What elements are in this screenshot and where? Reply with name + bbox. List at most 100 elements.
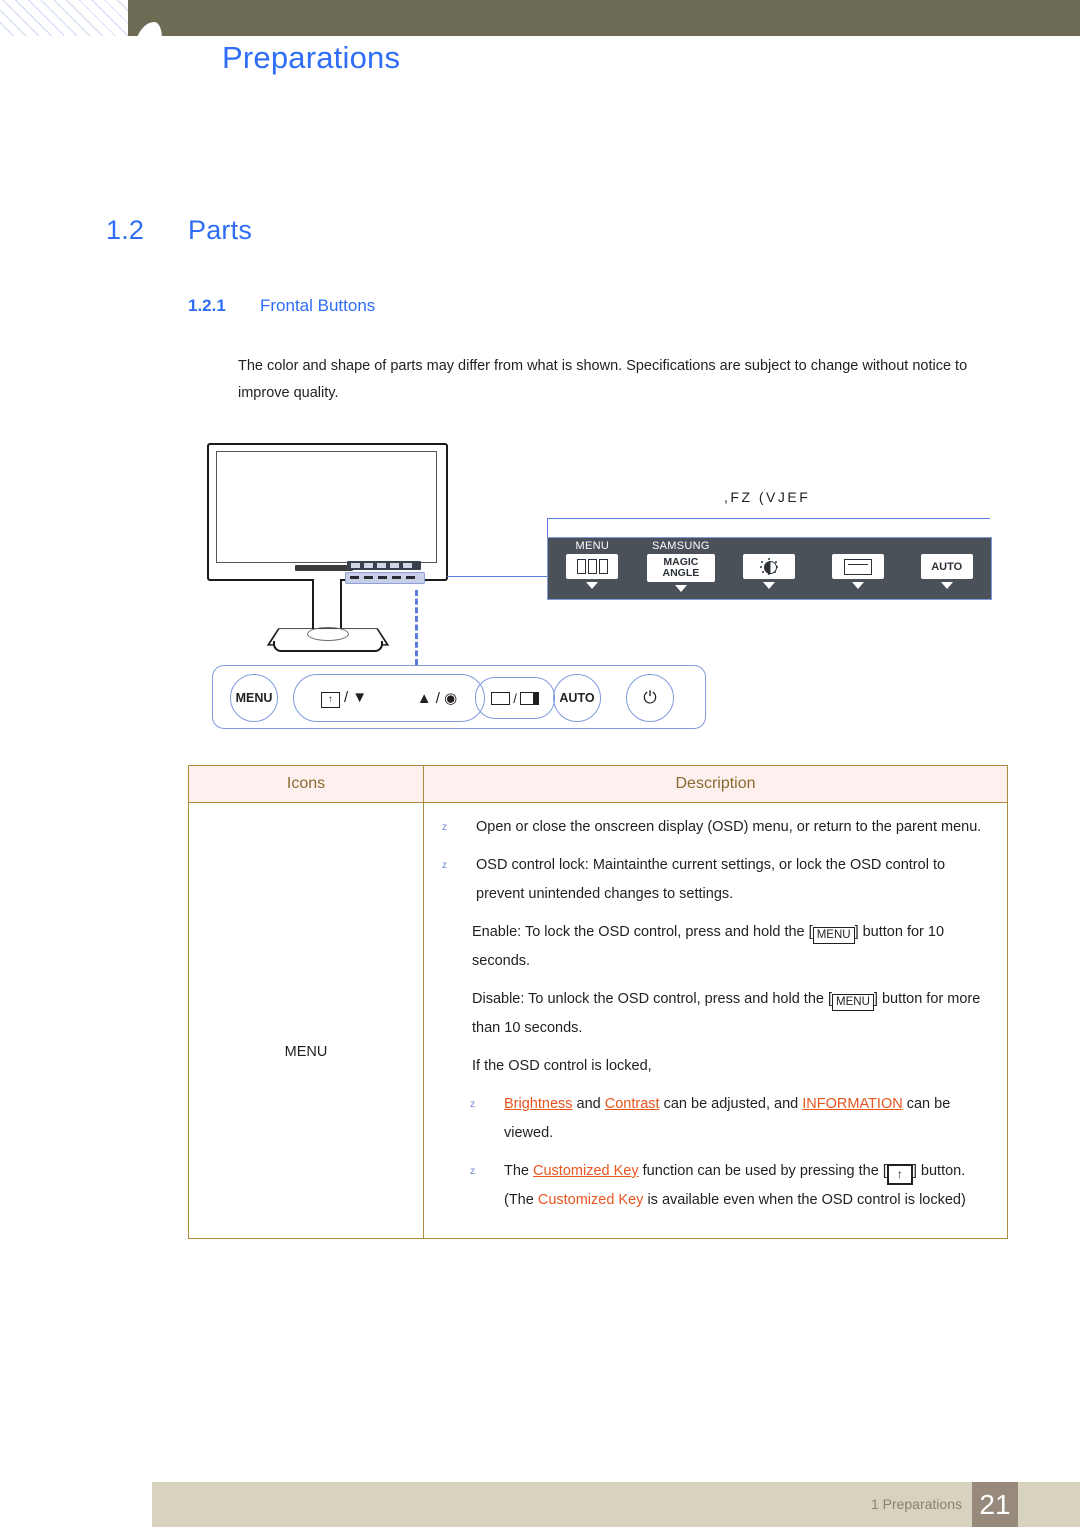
nav-up-icon: ▲ — [416, 690, 432, 707]
section-number: 1.2 — [106, 215, 145, 245]
key-guide-item-source[interactable] — [814, 538, 903, 601]
key-guide-caption-samsung: SAMSUNG — [652, 540, 710, 552]
desc-text-enable: Enable: To lock the OSD control, press a… — [472, 918, 993, 976]
chevron-down-icon — [674, 585, 687, 592]
table-row: MENU z Open or close the onscreen displa… — [188, 802, 1008, 1239]
bullet-marker: z — [442, 822, 447, 833]
chevron-down-icon — [586, 582, 599, 589]
key-guide-item-menu[interactable]: MENU — [548, 538, 637, 601]
desc-text: Open or close the onscreen display (OSD)… — [476, 819, 982, 835]
source-loop-icon — [832, 554, 885, 579]
source-box-filled-icon — [519, 691, 539, 705]
menu-key-badge: MENU — [832, 994, 874, 1012]
desc-enable-lock: Enable: To lock the OSD control, press a… — [438, 918, 993, 976]
bc-mid2: can be adjusted, and — [659, 1096, 803, 1112]
desc-text-customized: The Customized Key function can be used … — [504, 1157, 993, 1215]
up-arrow-box-icon: ↑ — [320, 691, 340, 708]
monitor-stand-base — [266, 621, 390, 659]
chevron-down-icon — [763, 582, 776, 589]
key-guide-label: ,FZ (VJEF — [724, 489, 811, 505]
link-information[interactable]: INFORMATION — [802, 1096, 902, 1112]
up-arrow-key-badge: ↑ — [886, 1163, 913, 1185]
magic-label-line2: ANGLE — [662, 567, 700, 579]
monitor-illustration — [207, 443, 448, 653]
callout-dashed-line — [415, 590, 418, 665]
section-heading-parts: 1.2 Parts — [106, 215, 252, 246]
key-guide-item-auto[interactable]: AUTO — [902, 538, 991, 601]
subsection-title: Frontal Buttons — [260, 296, 376, 315]
header-olive-bar — [152, 0, 1080, 36]
monitor-front-keys — [345, 572, 425, 584]
nav-enter-icon: ◉ — [444, 690, 458, 707]
key-guide-item-magic-angle[interactable]: SAMSUNG MAGIC ANGLE — [637, 538, 726, 601]
enable-pre: Enable: To lock the OSD control, press a… — [472, 924, 813, 940]
link-customized-key[interactable]: Customized Key — [533, 1163, 639, 1179]
desc-disable-lock: Disable: To unlock the OSD control, pres… — [438, 985, 993, 1043]
table-cell-icon: MENU — [188, 802, 424, 1239]
callout-leader-horizontal — [447, 576, 547, 577]
brightness-icon — [743, 554, 796, 579]
bc-mid1: and — [572, 1096, 605, 1112]
monitor-base-ring — [307, 627, 349, 641]
desc-text: OSD control lock: Maintainthe current se… — [476, 857, 946, 902]
magic-angle-icon: MAGIC ANGLE — [646, 554, 715, 582]
table-header-row: Icons Description — [188, 765, 1008, 803]
desc-bullet-open-close: z Open or close the onscreen display (OS… — [438, 813, 993, 842]
page-header — [0, 0, 1080, 36]
monitor-base-lip — [273, 641, 383, 652]
monitor-brand-logo — [295, 565, 353, 571]
key-guide-item-brightness[interactable] — [725, 538, 814, 601]
table-icon-label-menu: MENU — [284, 1044, 328, 1060]
link-customized-key-2[interactable]: Customized Key — [538, 1192, 644, 1208]
front-button-menu[interactable]: MENU — [230, 674, 278, 722]
monitor-screen — [216, 451, 437, 563]
auto-icon: AUTO — [920, 554, 973, 579]
desc-text-disable: Disable: To unlock the OSD control, pres… — [472, 985, 993, 1043]
section-title: Parts — [188, 215, 253, 245]
menu-bars-icon — [566, 554, 619, 579]
ck-mid1: function can be used by pressing the [ — [638, 1163, 887, 1179]
intro-paragraph: The color and shape of parts may differ … — [238, 358, 968, 401]
front-button-auto[interactable]: AUTO — [553, 674, 601, 722]
table-header-description: Description — [423, 765, 1008, 803]
menu-key-badge: MENU — [812, 927, 855, 945]
bullet-marker: z — [470, 1166, 475, 1177]
front-button-power[interactable]: ⏻ — [626, 674, 674, 722]
table-cell-description: z Open or close the onscreen display (OS… — [423, 802, 1008, 1239]
key-guide-panel: MENU SAMSUNG MAGIC ANGLE AUTO — [547, 537, 992, 600]
desc-locked-intro: If the OSD control is locked, — [438, 1052, 993, 1081]
nav-separator-right: / — [435, 690, 440, 707]
desc-bullet-customized-key: z The Customized Key function can be use… — [438, 1157, 993, 1215]
desc-text-locked: If the OSD control is locked, — [472, 1058, 652, 1074]
subsection-number: 1.2.1 — [188, 296, 226, 315]
nav-separator-left: / — [343, 688, 349, 706]
link-brightness[interactable]: Brightness — [504, 1096, 573, 1112]
nav-down-icon: ▼ — [352, 688, 368, 706]
source-separator: / — [513, 690, 517, 706]
source-box-icon — [491, 691, 511, 705]
parts-table: Icons Description MENU z Open or close t… — [188, 765, 1008, 1239]
desc-bullet-osd-lock: z OSD control lock: Maintainthe current … — [438, 851, 993, 909]
monitor-key-labels — [347, 561, 421, 570]
bullet-marker: z — [470, 1099, 475, 1110]
chevron-down-icon — [852, 582, 865, 589]
footer-chapter-label: 1 Preparations — [870, 1496, 962, 1512]
ck-tail: is available even when the OSD control i… — [643, 1192, 966, 1208]
desc-text-brightness: Brightness and Contrast can be adjusted,… — [504, 1090, 993, 1148]
front-button-customized-key[interactable]: ↑ / ▼ — [320, 688, 368, 708]
front-button-strip: MENU ↑ / ▼ ▲ / ◉ / AUTO ⏻ — [212, 665, 706, 729]
ck-pre: The — [504, 1163, 534, 1179]
front-button-source[interactable]: / — [475, 677, 555, 719]
bullet-marker: z — [442, 860, 447, 871]
header-notch — [128, 0, 168, 36]
disable-pre: Disable: To unlock the OSD control, pres… — [472, 991, 833, 1007]
table-header-icons: Icons — [188, 765, 424, 803]
chapter-title: Preparations — [222, 40, 401, 75]
link-contrast[interactable]: Contrast — [605, 1096, 660, 1112]
monitor-bezel — [207, 443, 448, 584]
chevron-down-icon — [940, 582, 953, 589]
callout-leader-top — [547, 518, 990, 519]
front-button-up-enter[interactable]: ▲ / ◉ — [417, 689, 457, 707]
front-button-nav-pill[interactable]: ↑ / ▼ ▲ / ◉ — [293, 674, 485, 722]
desc-bullet-brightness-contrast: z Brightness and Contrast can be adjuste… — [438, 1090, 993, 1148]
